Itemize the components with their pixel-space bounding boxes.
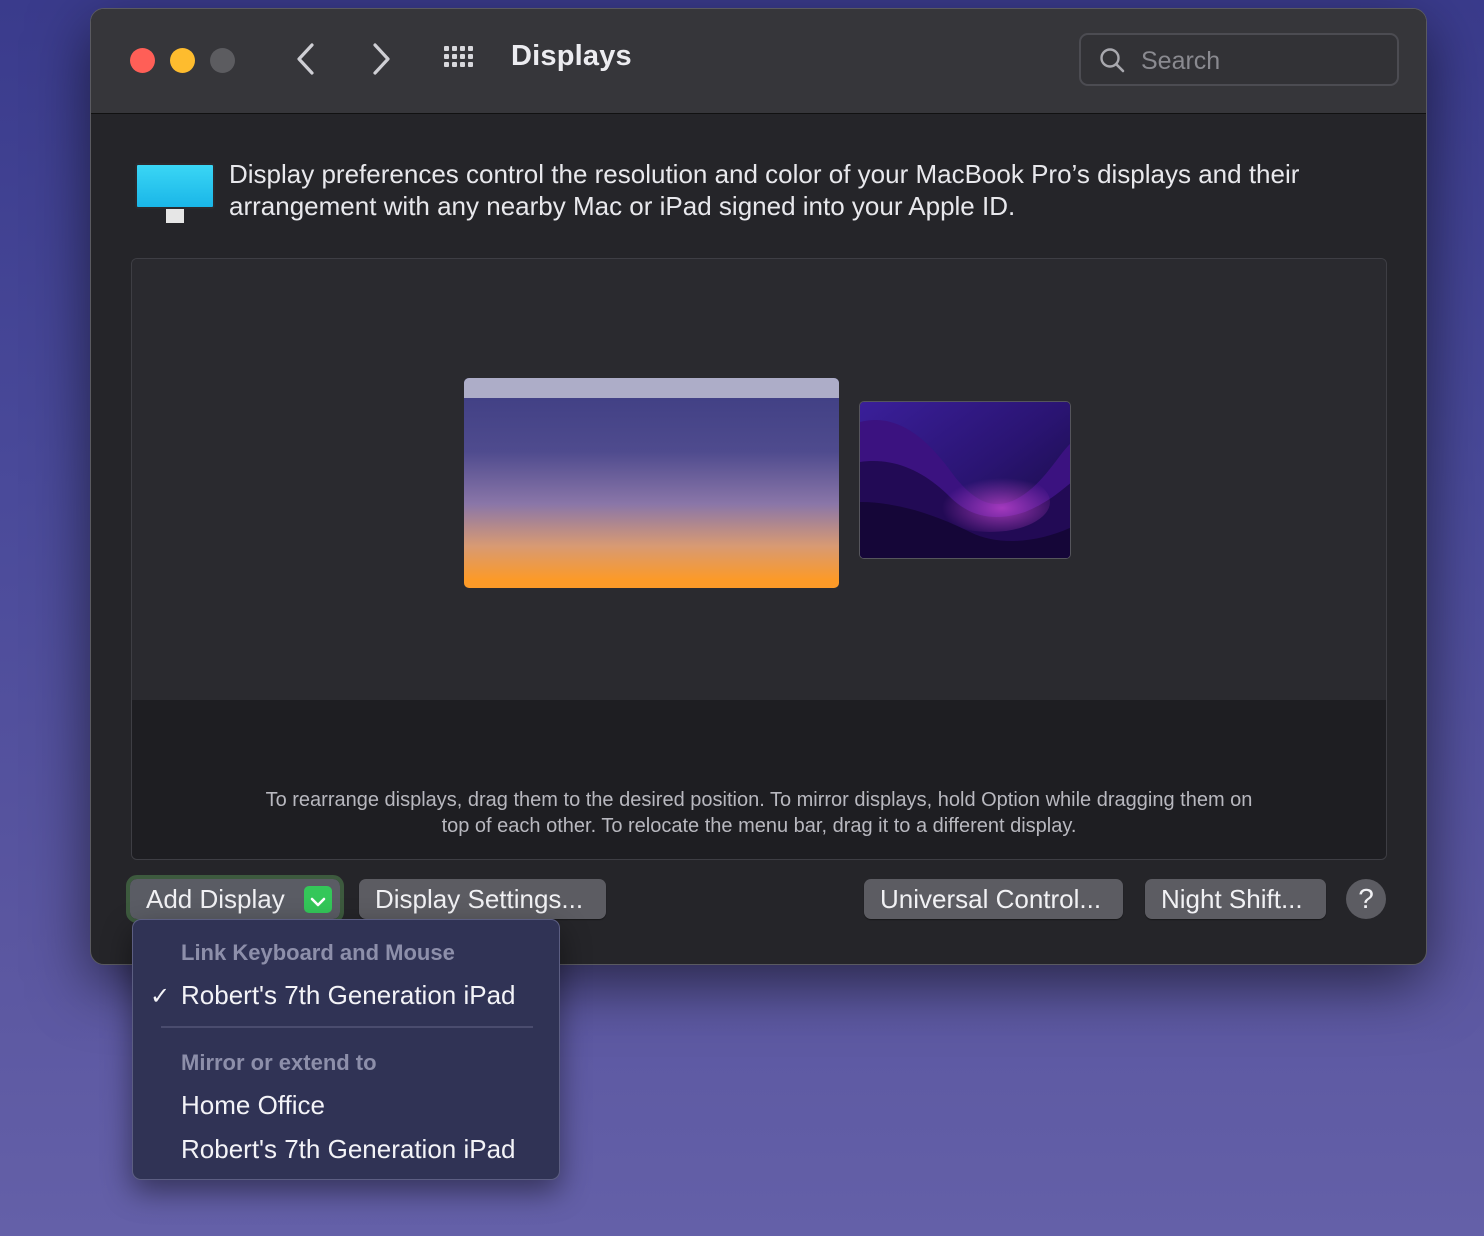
window-title: Displays bbox=[511, 40, 632, 72]
chevron-left-icon bbox=[297, 43, 314, 75]
display-settings-button[interactable]: Display Settings... bbox=[359, 879, 606, 919]
universal-control-button[interactable]: Universal Control... bbox=[864, 879, 1123, 919]
zoom-icon[interactable] bbox=[210, 48, 235, 73]
arrangement-footer: To rearrange displays, drag them to the … bbox=[132, 700, 1386, 859]
chevron-right-icon bbox=[373, 43, 390, 75]
search-field[interactable] bbox=[1079, 33, 1399, 86]
displays-window: Displays Display preferences control the… bbox=[90, 8, 1427, 965]
back-button[interactable] bbox=[286, 39, 326, 79]
display-ipad[interactable] bbox=[859, 401, 1071, 559]
close-icon[interactable] bbox=[130, 48, 155, 73]
add-display-label: Add Display bbox=[146, 884, 285, 914]
show-all-button[interactable] bbox=[441, 45, 481, 75]
title-bar: Displays bbox=[91, 9, 1426, 114]
chevron-down-icon bbox=[304, 886, 332, 913]
search-icon bbox=[1100, 48, 1125, 73]
ipad-wallpaper bbox=[860, 402, 1070, 558]
menu-header-mirror: Mirror or extend to bbox=[181, 1050, 377, 1075]
display-macbook[interactable] bbox=[464, 378, 839, 588]
arrangement-hint: To rearrange displays, drag them to the … bbox=[265, 789, 1253, 837]
monitor-icon bbox=[135, 163, 215, 225]
add-display-menu: Link Keyboard and Mouse ✓ Robert's 7th G… bbox=[132, 919, 560, 1180]
menu-header-link: Link Keyboard and Mouse bbox=[181, 940, 455, 965]
menu-bar-handle[interactable] bbox=[464, 378, 839, 398]
arrangement-panel: To rearrange displays, drag them to the … bbox=[131, 258, 1387, 860]
menu-item-link-ipad[interactable]: Robert's 7th Generation iPad bbox=[181, 980, 516, 1011]
forward-button[interactable] bbox=[361, 39, 401, 79]
add-display-button[interactable]: Add Display bbox=[126, 875, 344, 923]
night-shift-button[interactable]: Night Shift... bbox=[1145, 879, 1326, 919]
help-button[interactable]: ? bbox=[1346, 879, 1386, 919]
description-text: Display preferences control the resoluti… bbox=[229, 159, 1300, 221]
arrangement-canvas bbox=[132, 259, 1386, 700]
search-input[interactable] bbox=[1139, 43, 1383, 79]
menu-separator bbox=[161, 1026, 533, 1028]
menu-item-home-office[interactable]: Home Office bbox=[181, 1090, 325, 1121]
menu-item-mirror-ipad[interactable]: Robert's 7th Generation iPad bbox=[181, 1134, 516, 1165]
checkmark-icon: ✓ bbox=[150, 983, 171, 1010]
minimize-icon[interactable] bbox=[170, 48, 195, 73]
